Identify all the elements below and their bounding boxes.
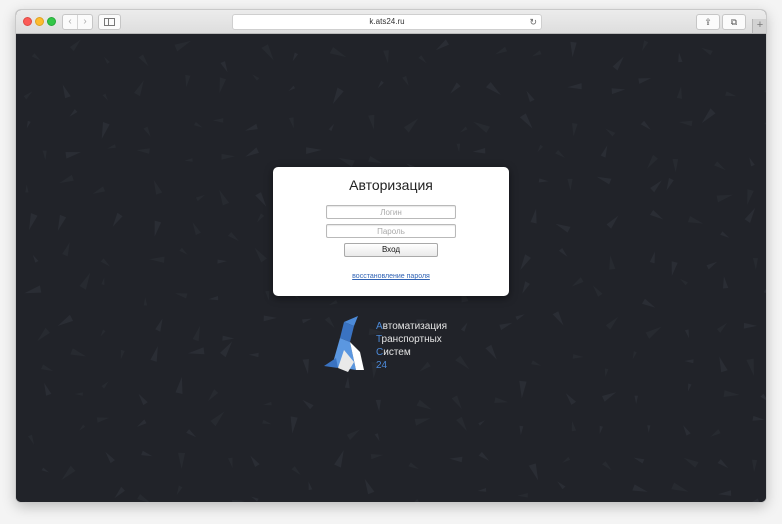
company-name-line: Транспортных	[376, 334, 442, 345]
maximize-window-button[interactable]	[47, 17, 56, 26]
plus-icon: +	[756, 19, 764, 31]
tabs-icon: ⧉	[730, 17, 738, 27]
page-content: Авторизация Вход восстановление пароля А…	[16, 34, 766, 502]
close-window-button[interactable]	[23, 17, 32, 26]
share-button[interactable]: ⇪	[696, 14, 720, 30]
ats-logo-icon	[324, 316, 364, 372]
minimize-window-button[interactable]	[35, 17, 44, 26]
password-input[interactable]	[326, 224, 456, 238]
browser-toolbar: ‹ › k.ats24.ru ↻ ⇪ ⧉ +	[16, 10, 766, 34]
address-bar[interactable]: k.ats24.ru ↻	[232, 14, 542, 30]
back-icon[interactable]: ‹	[63, 15, 78, 29]
login-input[interactable]	[326, 205, 456, 219]
sidebar-toggle-button[interactable]	[98, 14, 121, 30]
company-name-line: 24	[376, 360, 388, 371]
login-button[interactable]: Вход	[344, 243, 438, 257]
company-name-line: Систем	[376, 347, 411, 358]
show-tabs-button[interactable]: ⧉	[722, 14, 746, 30]
auth-title: Авторизация	[349, 177, 433, 193]
browser-window: ‹ › k.ats24.ru ↻ ⇪ ⧉ + Авторизация Вход …	[16, 10, 766, 502]
company-name-line: Автоматизация	[376, 321, 448, 332]
sidebar-icon	[104, 18, 115, 26]
reload-icon[interactable]: ↻	[529, 15, 537, 29]
navigation-buttons: ‹ ›	[62, 14, 93, 30]
company-name: Автоматизация Транспортных Систем 24	[376, 320, 496, 372]
share-icon: ⇪	[704, 17, 712, 27]
login-card: Авторизация Вход восстановление пароля	[273, 167, 509, 296]
forward-icon[interactable]: ›	[78, 15, 92, 29]
url-text: k.ats24.ru	[369, 17, 405, 26]
new-tab-button[interactable]: +	[752, 19, 766, 33]
password-recovery-link[interactable]: восстановление пароля	[273, 273, 509, 280]
